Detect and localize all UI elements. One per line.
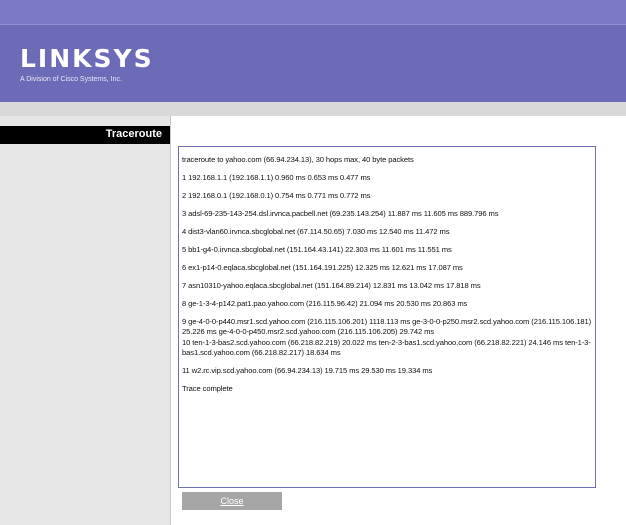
trace-line: 9 ge-4-0-0-p440.msr1.scd.yahoo.com (216.… <box>182 317 592 336</box>
header-banner: LINKSYS A Division of Cisco Systems, Inc… <box>0 0 626 102</box>
logo-subtitle: A Division of Cisco Systems, Inc. <box>20 76 122 83</box>
linksys-logo: LINKSYS <box>20 44 154 73</box>
sidebar <box>0 116 170 525</box>
trace-line: 10 ten-1-3-bas2.scd.yahoo.com (66.218.82… <box>182 338 591 357</box>
trace-complete-line: Trace complete <box>182 384 233 393</box>
trace-line: 7 asn10310-yahoo.eqlaca.sbcglobal.net (1… <box>182 281 481 290</box>
trace-line: 5 bb1-g4-0.irvnca.sbcglobal.net (151.164… <box>182 245 452 254</box>
traceroute-output: traceroute to yahoo.com (66.94.234.13), … <box>178 146 596 488</box>
sidebar-title-bar: Traceroute <box>0 126 170 144</box>
trace-line: 6 ex1-p14-0.eqlaca.sbcglobal.net (151.16… <box>182 263 463 272</box>
trace-line: traceroute to yahoo.com (66.94.234.13), … <box>182 155 414 164</box>
sidebar-title: Traceroute <box>105 128 162 140</box>
trace-line: 2 192.168.0.1 (192.168.0.1) 0.754 ms 0.7… <box>182 191 371 200</box>
trace-line: 3 adsl-69-235-143-254.dsl.irvnca.pacbell… <box>182 209 499 218</box>
trace-line: 4 dist3-vlan60.irvnca.sbcglobal.net (67.… <box>182 227 450 236</box>
trace-line: 1 192.168.1.1 (192.168.1.1) 0.960 ms 0.6… <box>182 173 371 182</box>
header-top-strip <box>0 0 626 25</box>
trace-line: 8 ge-1-3-4-p142.pat1.pao.yahoo.com (216.… <box>182 299 468 308</box>
header-divider-band <box>0 102 626 116</box>
close-button[interactable]: Close <box>182 492 282 510</box>
sidebar-divider <box>170 116 171 525</box>
trace-line: 11 w2.rc.vip.scd.yahoo.com (66.94.234.13… <box>182 366 433 375</box>
